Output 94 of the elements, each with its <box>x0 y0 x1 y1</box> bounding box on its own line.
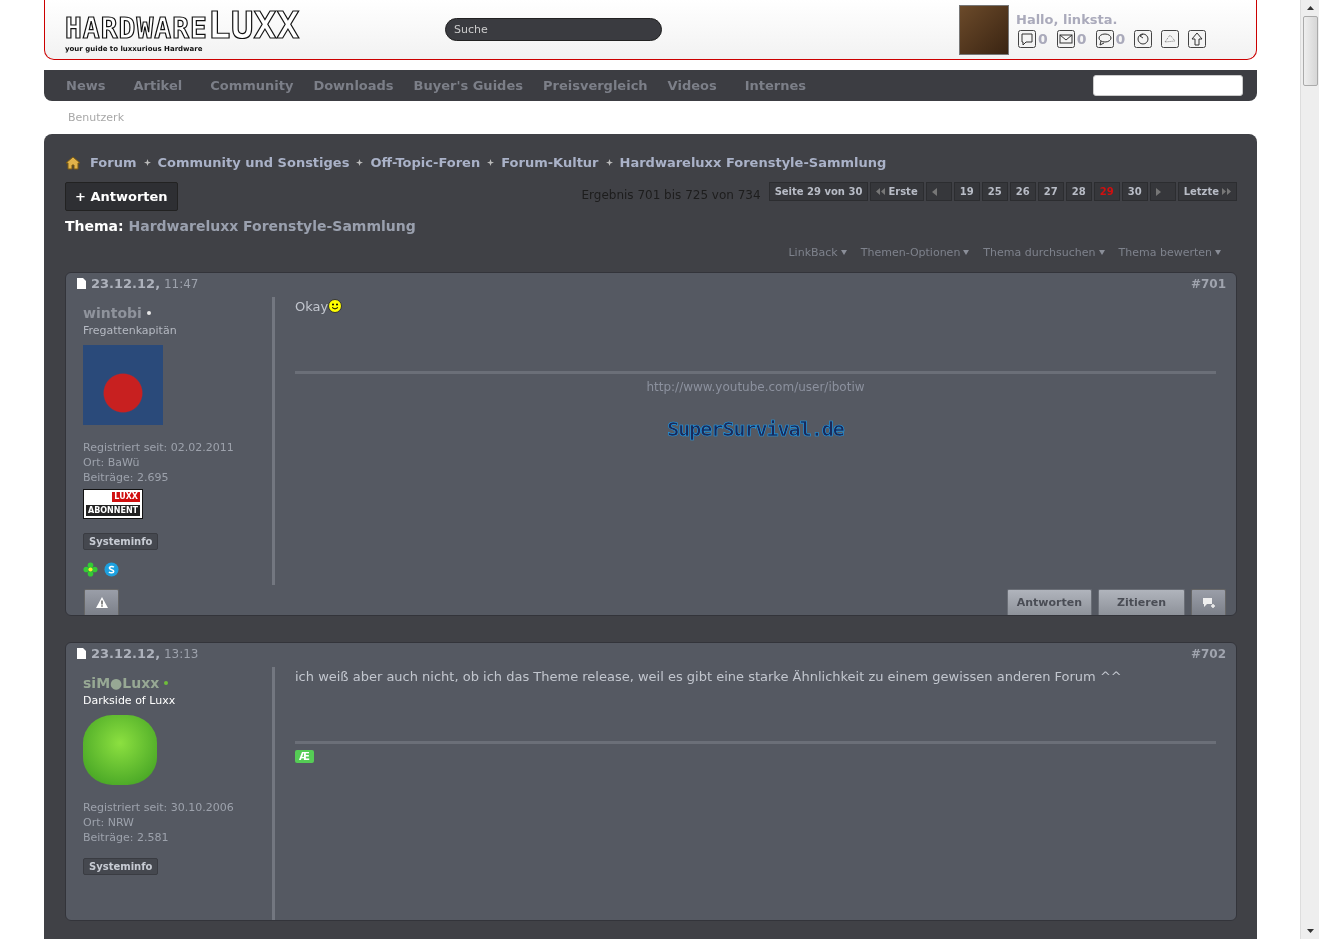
caret-icon <box>963 250 970 255</box>
first-page-link[interactable]: Erste <box>870 182 924 201</box>
last-page-link[interactable]: Letzte <box>1177 182 1237 201</box>
thread-tool-link[interactable]: Thema bewerten <box>1118 246 1221 259</box>
scroll-down-arrow-icon[interactable] <box>1306 929 1314 933</box>
nav-link[interactable]: Internes <box>744 78 807 93</box>
user-rank: Fregattenkapitän <box>83 324 177 337</box>
reply-button[interactable]: + Antworten <box>65 182 178 211</box>
page-link[interactable]: 19 <box>953 182 980 201</box>
thread-tool-link[interactable]: LinkBack <box>788 246 847 259</box>
refresh-icon[interactable] <box>1134 29 1153 48</box>
post-number-link[interactable]: #702 <box>1190 646 1226 661</box>
counter-value: 0 <box>1115 30 1126 47</box>
warning-icon <box>95 597 108 608</box>
avatar-placeholder <box>959 4 1009 55</box>
post-action-button[interactable]: Zitieren <box>1098 589 1185 615</box>
user-stat: Beiträge: 2.695 <box>83 471 170 484</box>
quote-plus-icon <box>1201 596 1216 609</box>
breadcrumb-link[interactable]: Forum <box>90 155 137 170</box>
user-stat: Registriert seit: 02.02.2011 <box>83 441 234 454</box>
multiquote-button[interactable] <box>1191 589 1226 615</box>
chat-icon[interactable] <box>1095 29 1114 48</box>
search-field[interactable]: Suche <box>445 18 662 41</box>
nav-link[interactable]: Downloads <box>313 78 394 93</box>
breadcrumb-link[interactable]: Forum-Kultur <box>501 155 599 170</box>
post-number-link[interactable]: #701 <box>1190 276 1226 291</box>
post-message: Okay <box>295 299 1216 371</box>
post-date: 23.12.12, 11:47 <box>91 276 199 291</box>
home-icon[interactable] <box>65 155 81 170</box>
mail-icon[interactable] <box>1056 29 1075 48</box>
user-stat: Ort: NRW <box>83 816 135 829</box>
skype-icon[interactable] <box>104 562 119 577</box>
greeting-text: Hallo, linksta. <box>1016 11 1119 27</box>
user-stat: Beiträge: 2.581 <box>83 831 170 844</box>
caret-icon <box>840 250 847 255</box>
caret-icon <box>1098 250 1105 255</box>
user-stat: Registriert seit: 30.10.2006 <box>83 801 234 814</box>
thread-title: Thema: Hardwareluxx Forenstyle-Sammlung <box>65 218 417 234</box>
nav-link[interactable]: Artikel <box>133 78 183 93</box>
network-icon[interactable] <box>1161 29 1180 48</box>
smiley-icon <box>328 299 343 313</box>
user-stat: Ort: BaWü <box>83 456 141 469</box>
double-left-arrow-icon <box>876 188 886 195</box>
post-message: ich weiß aber auch nicht, ob ich das Theme release, weil es gibt eine starke Ähnlichkeit zu einem gewissen anderen Forum ^^ <box>295 669 1123 686</box>
signature-link[interactable]: http://www.youtube.com/user/ibotiw <box>646 380 865 394</box>
caret-icon <box>1215 250 1221 255</box>
breadcrumb-link[interactable]: Off-Topic-Foren <box>370 155 481 170</box>
subscriber-badge: LUXX ABONNENT <box>83 489 143 519</box>
page-link[interactable]: 28 <box>1065 182 1092 201</box>
next-page-button[interactable] <box>1149 182 1176 201</box>
notes-icon[interactable] <box>1018 29 1036 48</box>
page-link[interactable]: 30 <box>1121 182 1148 201</box>
double-right-arrow-icon <box>1222 188 1231 195</box>
username-link[interactable]: wintobi <box>83 305 142 321</box>
document-icon <box>77 648 86 659</box>
right-arrow-icon <box>1155 187 1161 196</box>
page-link[interactable]: 25 <box>981 182 1008 201</box>
page-link[interactable]: 26 <box>1009 182 1036 201</box>
breadcrumb-link[interactable]: Hardwareluxx Forenstyle-Sammlung <box>619 155 887 170</box>
nav-link[interactable]: Videos <box>667 78 717 93</box>
signature-banner[interactable]: SuperSurvival.de <box>667 417 844 441</box>
user-rank: Darkside of Luxx <box>83 694 176 707</box>
separator-icon <box>143 159 151 166</box>
nav-link[interactable]: Preisvergleich <box>542 78 648 93</box>
separator-icon <box>356 159 364 166</box>
report-button[interactable] <box>84 589 119 615</box>
systeminfo-button[interactable]: Systeminfo <box>83 533 159 550</box>
page-info[interactable]: Seite 29 von 30 <box>768 182 869 201</box>
page-link[interactable]: 29 <box>1093 182 1120 201</box>
thread-tool-link[interactable]: Themen-Optionen <box>860 246 970 259</box>
counter-value: 0 <box>1038 30 1048 47</box>
nav-search-field[interactable] <box>1093 75 1243 96</box>
nav-link[interactable]: Community <box>210 78 294 93</box>
separator-icon <box>605 159 613 166</box>
previous-page-button[interactable] <box>925 182 952 201</box>
signature-badge: Æ <box>295 750 314 763</box>
nav-link[interactable]: News <box>66 78 106 93</box>
counter-value: 0 <box>1076 30 1087 47</box>
nav-link[interactable]: Buyer's Guides <box>413 78 523 93</box>
post-action-button[interactable]: Antworten <box>1006 589 1093 615</box>
breadcrumb-link[interactable]: Community und Sonstiges <box>157 155 350 170</box>
scroll-up-arrow-icon[interactable] <box>1306 6 1314 10</box>
thread-tool-link[interactable]: Thema durchsuchen <box>983 246 1105 259</box>
document-icon <box>77 278 86 289</box>
post-date: 23.12.12, 13:13 <box>91 646 199 661</box>
subnav-link[interactable]: Benutzerk <box>68 111 124 124</box>
left-arrow-icon <box>931 187 937 196</box>
flower-icon[interactable] <box>83 562 98 577</box>
separator-icon <box>487 159 495 166</box>
scroll-thumb[interactable] <box>1302 16 1318 86</box>
page-link[interactable]: 27 <box>1037 182 1064 201</box>
username-link[interactable]: siM●Luxx <box>83 675 160 691</box>
scrollbar[interactable] <box>1300 0 1319 939</box>
systeminfo-button[interactable]: Systeminfo <box>83 858 159 875</box>
